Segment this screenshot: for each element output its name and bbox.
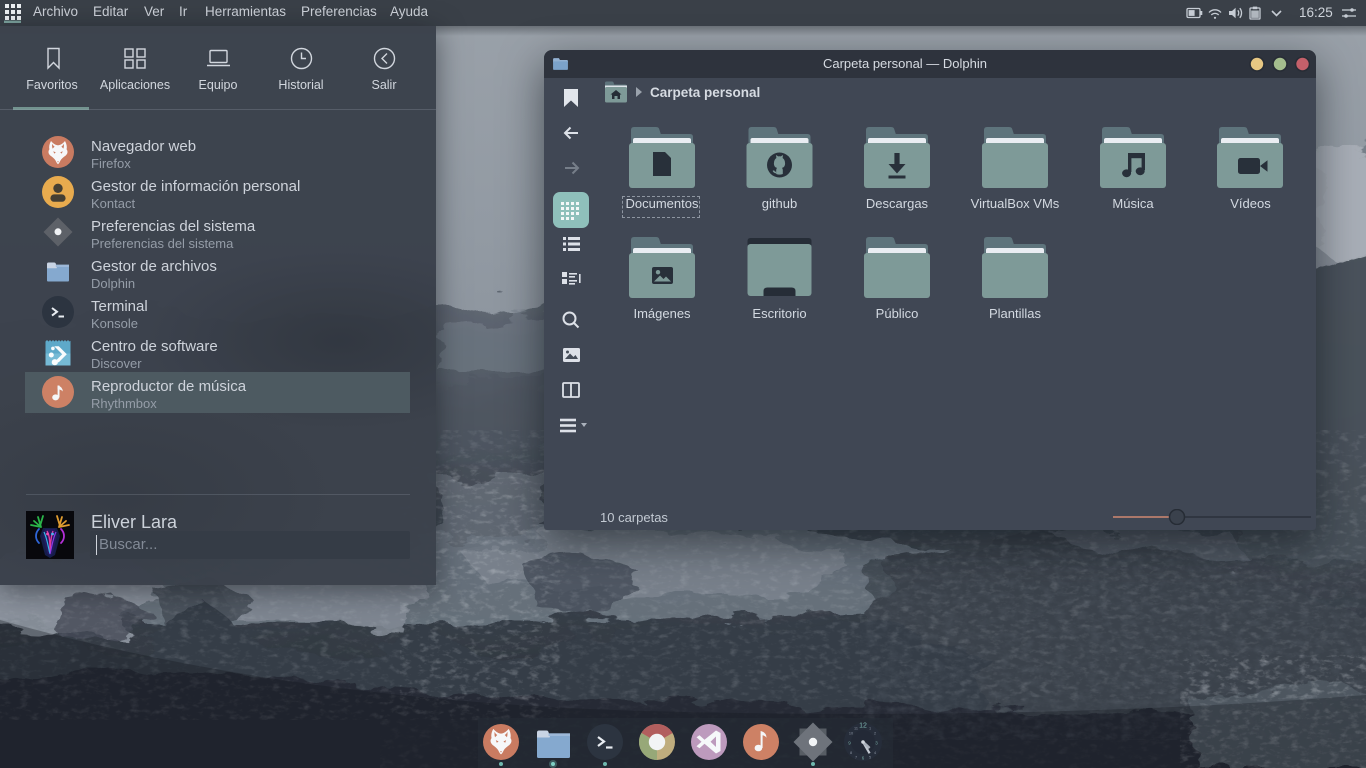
svg-text:2: 2 bbox=[874, 732, 876, 736]
svg-text:12: 12 bbox=[859, 723, 867, 730]
svg-text:5: 5 bbox=[869, 756, 871, 760]
svg-text:1: 1 bbox=[869, 727, 871, 731]
svg-text:11: 11 bbox=[854, 727, 858, 731]
svg-text:10: 10 bbox=[849, 732, 853, 736]
svg-text:8: 8 bbox=[850, 751, 852, 755]
svg-text:4: 4 bbox=[874, 751, 876, 755]
svg-text:7: 7 bbox=[855, 756, 857, 760]
